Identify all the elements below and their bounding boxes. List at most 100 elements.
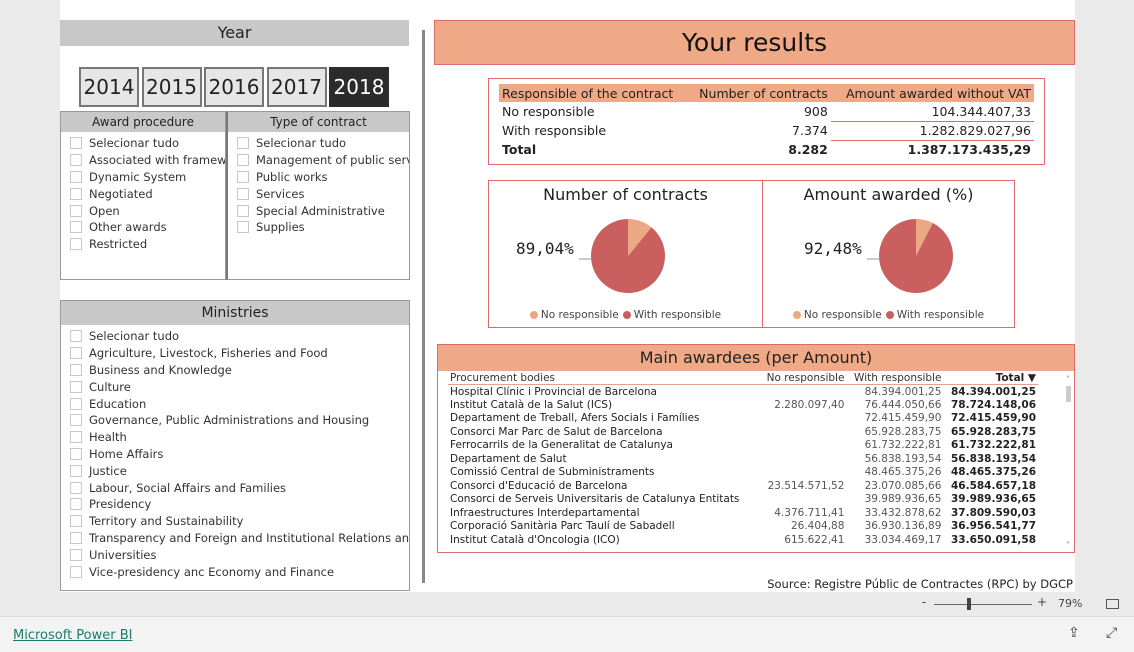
scrollbar[interactable]: ˄ ˅ xyxy=(1062,375,1074,550)
table-row[interactable]: Comissió Central de Subministraments 48.4… xyxy=(448,466,1038,480)
checkbox-item[interactable]: Selecionar tudo xyxy=(237,135,409,152)
scroll-down-icon[interactable]: ˅ xyxy=(1062,541,1074,550)
table-row[interactable]: Institut Català d'Oncologia (ICO) 615.622… xyxy=(448,533,1038,547)
pie-slice-with-responsible[interactable] xyxy=(591,219,665,293)
table-row[interactable]: Consorci d'Educació de Barcelona 23.514.5… xyxy=(448,479,1038,493)
fit-page-icon[interactable] xyxy=(1106,599,1119,609)
checkbox[interactable] xyxy=(70,187,82,200)
checkbox[interactable] xyxy=(70,330,82,343)
col-header[interactable]: With responsible xyxy=(846,371,943,385)
checkbox[interactable] xyxy=(70,414,82,427)
checkbox-item[interactable]: Territory and Sustainability xyxy=(70,513,409,530)
checkbox[interactable] xyxy=(237,170,249,183)
checkbox[interactable] xyxy=(70,481,82,494)
checkbox-item[interactable]: Associated with framew... xyxy=(70,152,225,169)
year-button-2015[interactable]: 2015 xyxy=(141,67,202,107)
table-row[interactable]: Departament de Salut 56.838.193,54 56.838.… xyxy=(448,452,1038,466)
table-row[interactable]: Infraestructures Interdepartamental 4.376… xyxy=(448,506,1038,520)
table-row[interactable]: Institut Català de la Salut (ICS) 2.280.0… xyxy=(448,398,1038,412)
zoom-slider[interactable] xyxy=(934,604,1032,605)
col-header-total[interactable]: Total ▼ xyxy=(943,371,1038,385)
checkbox[interactable] xyxy=(70,447,82,460)
checkbox-item[interactable]: Culture xyxy=(70,378,409,395)
checkbox[interactable] xyxy=(70,464,82,477)
year-button-2017[interactable]: 2017 xyxy=(266,67,327,107)
zoom-out-button[interactable]: - xyxy=(922,595,926,609)
checkbox[interactable] xyxy=(237,154,249,167)
checkbox[interactable] xyxy=(237,137,249,150)
checkbox[interactable] xyxy=(70,397,82,410)
scroll-up-icon[interactable]: ˄ xyxy=(1062,375,1074,384)
cell: 33.650.091,58 xyxy=(950,533,1036,546)
checkbox-item[interactable]: Services xyxy=(237,185,409,202)
checkbox-item[interactable]: Selecionar tudo xyxy=(70,135,225,152)
table-row[interactable]: Consorci de Serveis Universitaris de Cat… xyxy=(448,493,1038,507)
checkbox-item[interactable]: Agriculture, Livestock, Fisheries and Fo… xyxy=(70,345,409,362)
col-header[interactable]: No responsible xyxy=(760,371,847,385)
checkbox-item[interactable]: Vice-presidency anc Economy and Finance xyxy=(70,563,409,580)
share-icon[interactable]: ⇪ xyxy=(1068,625,1080,641)
checkbox-label: Selecionar tudo xyxy=(256,136,347,151)
checkbox[interactable] xyxy=(70,221,82,234)
checkbox-item[interactable]: Public works xyxy=(237,169,409,186)
checkbox[interactable] xyxy=(70,347,82,360)
checkbox-item[interactable]: Supplies xyxy=(237,219,409,236)
legend-item[interactable]: With responsible xyxy=(622,309,721,321)
checkbox-item[interactable]: Home Affairs xyxy=(70,446,409,463)
year-button-2018[interactable]: 2018 xyxy=(329,67,389,107)
pie-slice-with-responsible[interactable] xyxy=(879,219,953,293)
checkbox-item[interactable]: Governance, Public Administrations and H… xyxy=(70,412,409,429)
legend-item[interactable]: No responsible xyxy=(529,309,619,321)
checkbox[interactable] xyxy=(237,221,249,234)
table-row[interactable]: Consorci Mar Parc de Salut de Barcelona 6… xyxy=(448,425,1038,439)
checkbox-item[interactable]: Negotiated xyxy=(70,185,225,202)
checkbox-label: Associated with framew... xyxy=(89,153,225,168)
legend-item[interactable]: With responsible xyxy=(885,309,984,321)
zoom-in-button[interactable]: + xyxy=(1037,595,1047,609)
checkbox[interactable] xyxy=(70,137,82,150)
checkbox[interactable] xyxy=(237,204,249,217)
checkbox-item[interactable]: Business and Knowledge xyxy=(70,362,409,379)
checkbox-item[interactable]: Other awards xyxy=(70,219,225,236)
zoom-slider-handle[interactable] xyxy=(967,598,971,610)
checkbox-item[interactable]: Management of public serv... xyxy=(237,152,409,169)
checkbox-item[interactable]: Education xyxy=(70,395,409,412)
table-row[interactable]: Departament de Treball, Afers Socials i … xyxy=(448,412,1038,426)
checkbox[interactable] xyxy=(70,515,82,528)
checkbox[interactable] xyxy=(70,531,82,544)
checkbox-item[interactable]: Selecionar tudo xyxy=(70,328,409,345)
table-row[interactable]: Ferrocarrils de la Generalitat de Catalu… xyxy=(448,439,1038,453)
type-of-contract-slicer: Type of contract Selecionar tudo Manageme… xyxy=(226,111,410,280)
checkbox-item[interactable]: Special Administrative xyxy=(237,202,409,219)
scroll-thumb[interactable] xyxy=(1065,386,1071,402)
power-bi-link[interactable]: Microsoft Power BI xyxy=(13,628,132,643)
checkbox-item[interactable]: Health xyxy=(70,429,409,446)
table-row[interactable]: Corporació Sanitària Parc Taulí de Sabad… xyxy=(448,520,1038,534)
year-button-2016[interactable]: 2016 xyxy=(204,67,264,107)
checkbox-item[interactable]: Restricted xyxy=(70,236,225,253)
checkbox[interactable] xyxy=(237,187,249,200)
checkbox[interactable] xyxy=(70,431,82,444)
checkbox-item[interactable]: Universities xyxy=(70,546,409,563)
fullscreen-icon[interactable]: ⤢ xyxy=(1106,625,1117,641)
footer: Microsoft Power BI ⇪ ⤢ xyxy=(0,616,1134,652)
checkbox[interactable] xyxy=(70,380,82,393)
year-button-2014[interactable]: 2014 xyxy=(79,67,139,107)
checkbox-item[interactable]: Dynamic System xyxy=(70,169,225,186)
checkbox[interactable] xyxy=(70,548,82,561)
checkbox-item[interactable]: Justice xyxy=(70,462,409,479)
checkbox[interactable] xyxy=(70,238,82,251)
checkbox-item[interactable]: Open xyxy=(70,202,225,219)
col-header[interactable]: Procurement bodies xyxy=(448,371,760,385)
checkbox-item[interactable]: Transparency and Foreign and Institution… xyxy=(70,530,409,547)
table-row[interactable]: Hospital Clínic i Provincial de Barcelon… xyxy=(448,385,1038,399)
checkbox[interactable] xyxy=(70,498,82,511)
checkbox[interactable] xyxy=(70,170,82,183)
checkbox-item[interactable]: Presidency xyxy=(70,496,409,513)
checkbox-item[interactable]: Labour, Social Affairs and Families xyxy=(70,479,409,496)
checkbox[interactable] xyxy=(70,565,82,578)
checkbox[interactable] xyxy=(70,363,82,376)
legend-item[interactable]: No responsible xyxy=(792,309,882,321)
checkbox[interactable] xyxy=(70,204,82,217)
checkbox[interactable] xyxy=(70,154,82,167)
